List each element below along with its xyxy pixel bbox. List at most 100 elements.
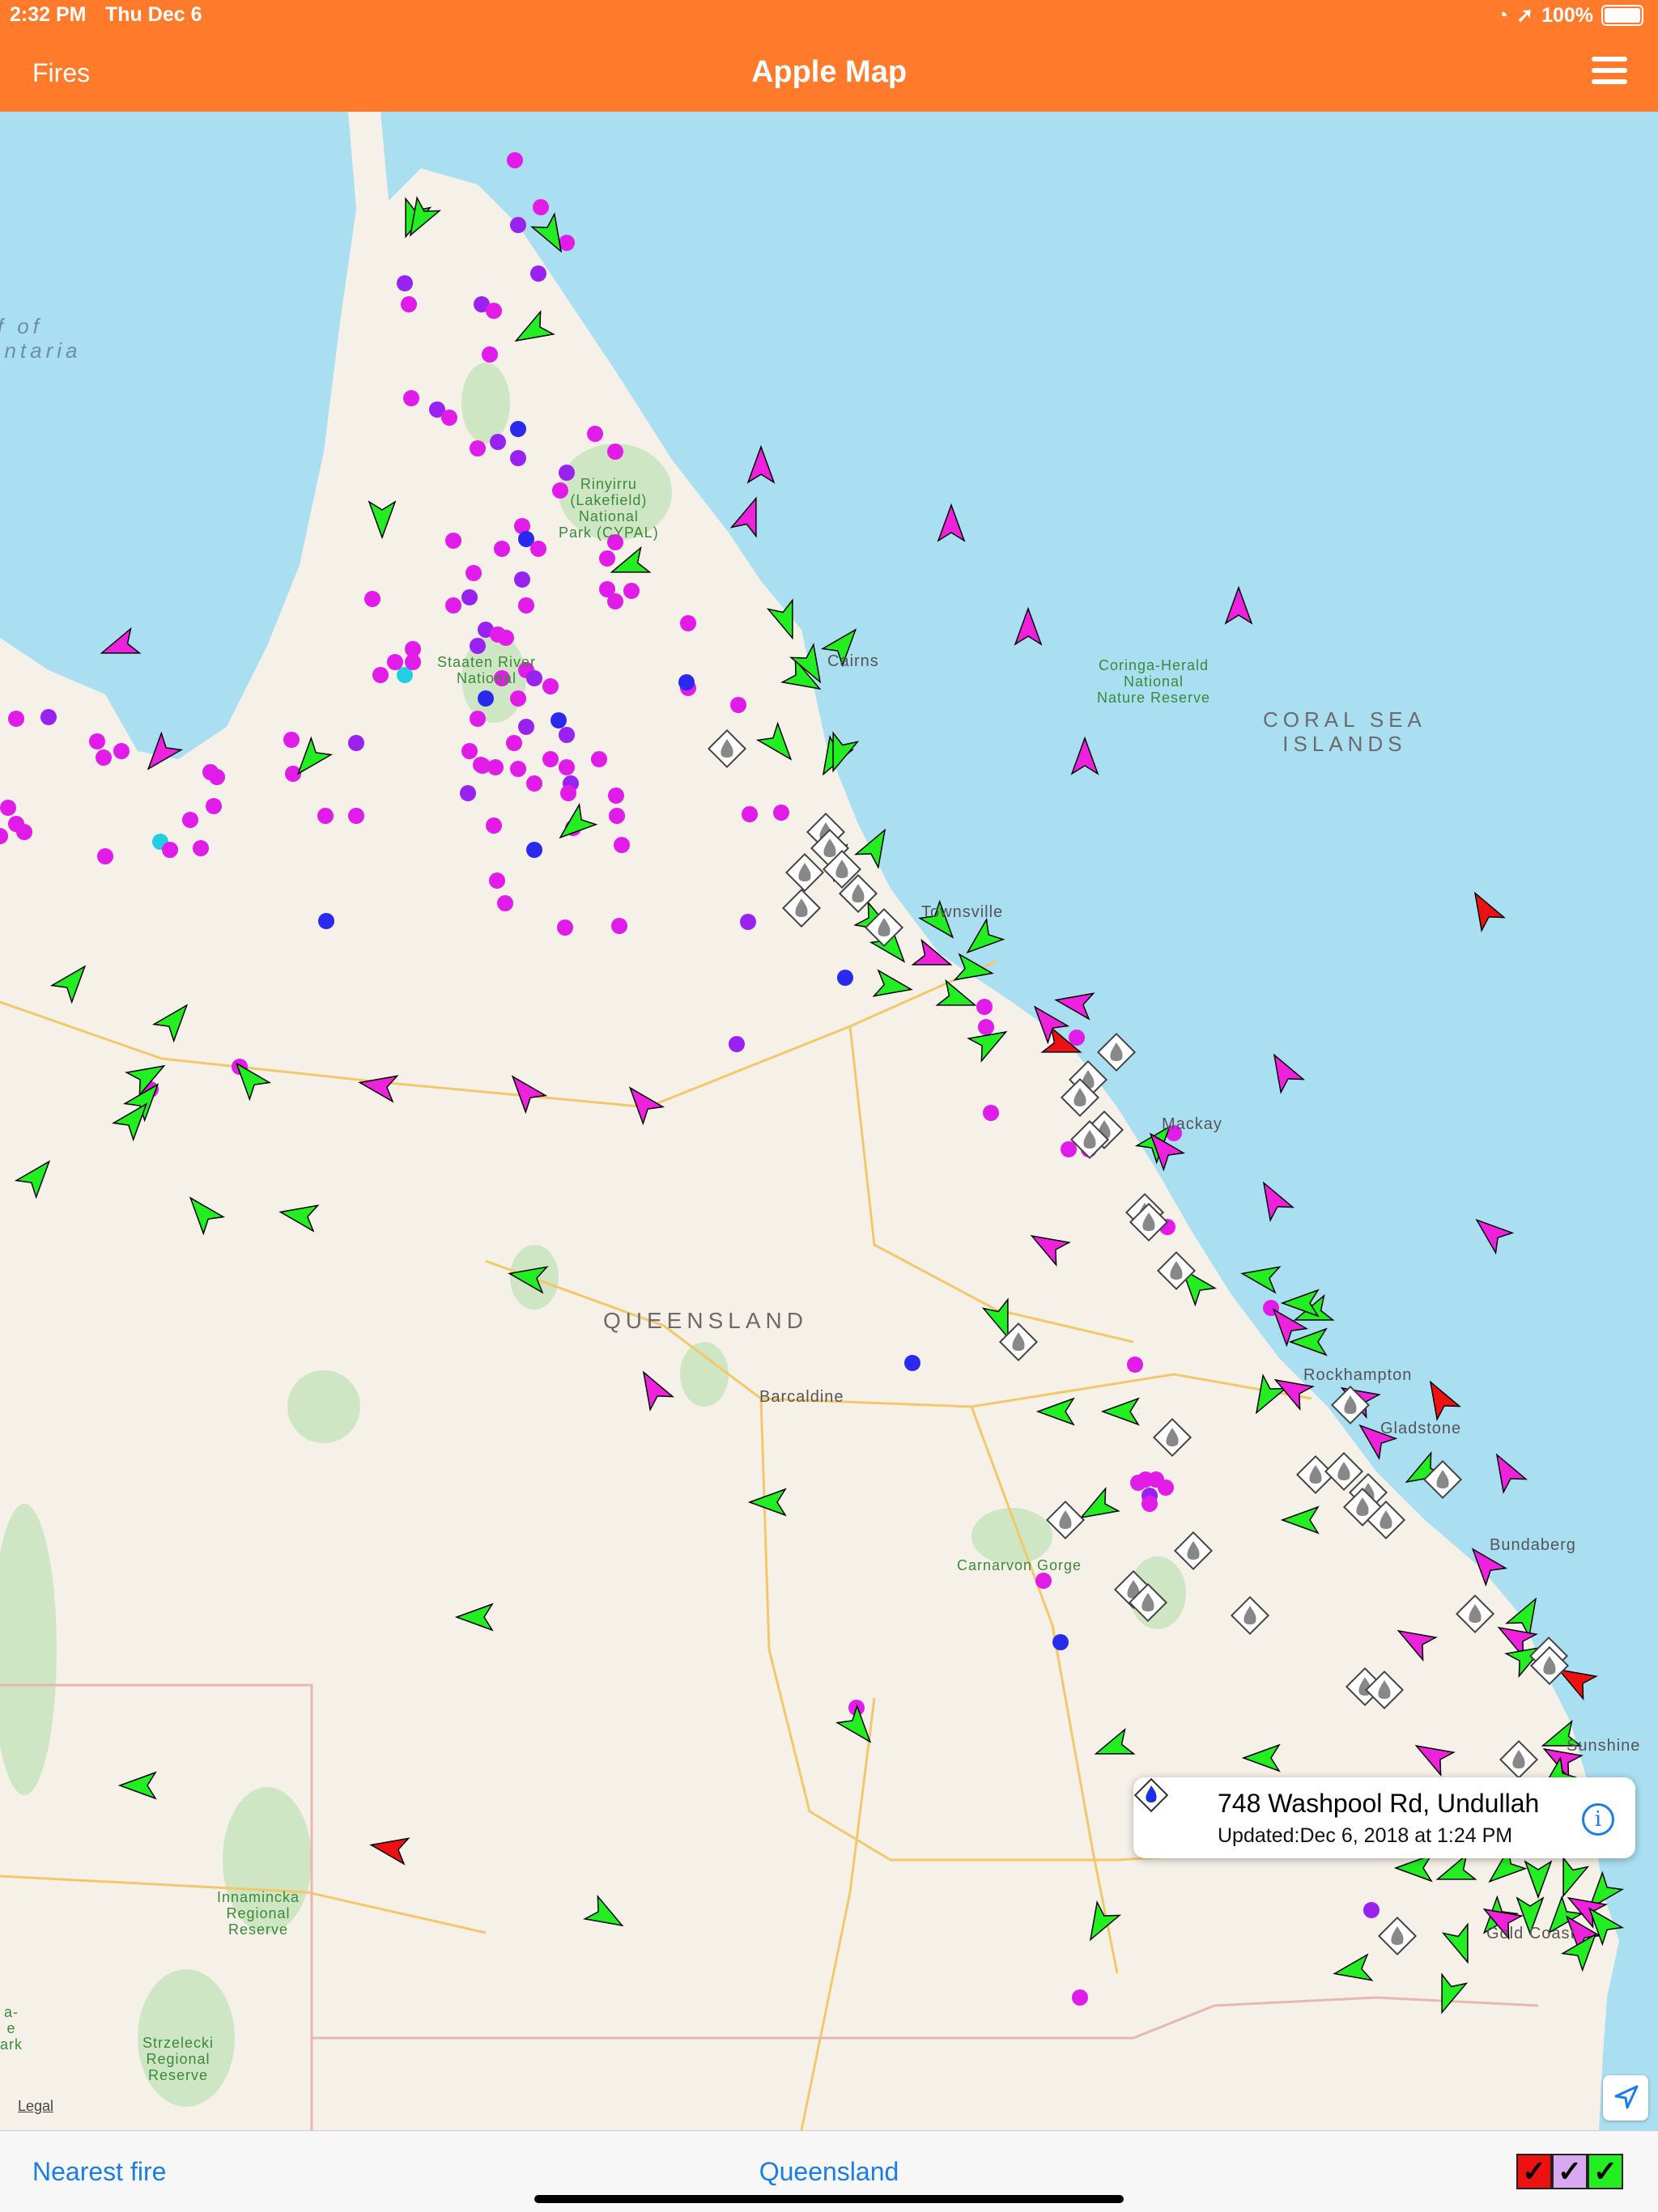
fire-dot[interactable]: [470, 638, 486, 654]
fire-dot[interactable]: [16, 824, 32, 840]
fire-dot[interactable]: [182, 812, 198, 828]
menu-icon[interactable]: [1592, 57, 1627, 86]
fire-dot[interactable]: [193, 840, 209, 856]
fire-dot[interactable]: [510, 450, 526, 466]
fire-dot[interactable]: [773, 805, 789, 821]
fire-dot[interactable]: [730, 697, 746, 713]
fire-dot[interactable]: [560, 785, 576, 801]
fire-dot[interactable]: [348, 808, 364, 824]
fire-dot[interactable]: [372, 667, 389, 683]
fire-dot[interactable]: [680, 615, 696, 631]
fire-dot[interactable]: [510, 690, 526, 707]
fire-dot[interactable]: [403, 390, 419, 406]
fire-dot[interactable]: [0, 800, 16, 816]
fire-dot[interactable]: [466, 565, 482, 581]
fire-dot[interactable]: [8, 711, 24, 727]
fire-dot[interactable]: [162, 842, 178, 858]
filter-lilac[interactable]: ✓: [1552, 2154, 1588, 2189]
fire-dot[interactable]: [397, 275, 413, 291]
fire-dot[interactable]: [740, 914, 756, 930]
legal-link[interactable]: Legal: [18, 2098, 53, 2115]
fire-dot[interactable]: [609, 808, 625, 824]
fire-dot[interactable]: [460, 785, 476, 801]
fire-dot[interactable]: [510, 761, 526, 777]
fire-dot[interactable]: [1127, 1356, 1143, 1373]
fire-dot[interactable]: [486, 303, 502, 319]
fire-dot[interactable]: [608, 788, 624, 804]
fire-dot[interactable]: [401, 296, 417, 312]
fire-dot[interactable]: [742, 806, 758, 822]
fire-dot[interactable]: [1069, 1030, 1085, 1046]
fire-dot[interactable]: [97, 848, 113, 864]
fire-dot[interactable]: [470, 711, 486, 727]
fire-dot[interactable]: [514, 571, 530, 588]
fire-dot[interactable]: [607, 444, 623, 460]
fire-dot[interactable]: [317, 808, 334, 824]
map-view[interactable]: lf of entaria Cairns Townsville Mackay Q…: [0, 112, 1658, 2130]
fire-dot[interactable]: [983, 1105, 999, 1121]
fire-dot[interactable]: [364, 591, 380, 607]
fire-dot[interactable]: [904, 1355, 920, 1371]
fire-dot[interactable]: [599, 550, 615, 567]
filter-red[interactable]: ✓: [1516, 2154, 1552, 2189]
fire-dot[interactable]: [510, 217, 526, 233]
fire-dot[interactable]: [209, 769, 225, 785]
fire-dot[interactable]: [507, 152, 523, 168]
fire-dot[interactable]: [445, 533, 461, 549]
fire-dot[interactable]: [348, 735, 364, 751]
fire-dot[interactable]: [89, 733, 105, 749]
region-button[interactable]: Queensland: [0, 2157, 1658, 2187]
fire-dot[interactable]: [623, 583, 640, 599]
fire-dot[interactable]: [978, 1019, 994, 1035]
fire-dot[interactable]: [506, 735, 522, 751]
fire-dot[interactable]: [497, 895, 513, 911]
fire-dot[interactable]: [1052, 1634, 1069, 1650]
fire-dot[interactable]: [487, 759, 504, 775]
fire-dot[interactable]: [96, 749, 112, 766]
locate-me-button[interactable]: [1603, 2075, 1648, 2121]
fire-dot[interactable]: [587, 426, 603, 442]
fire-dot[interactable]: [441, 410, 457, 426]
fire-dot[interactable]: [526, 775, 542, 792]
fire-dot[interactable]: [518, 719, 534, 735]
fire-dot[interactable]: [206, 798, 222, 814]
fire-dot[interactable]: [461, 743, 478, 759]
fire-dot[interactable]: [40, 709, 57, 725]
fire-dot[interactable]: [283, 732, 300, 748]
fire-dot[interactable]: [486, 817, 502, 834]
fire-dot[interactable]: [445, 597, 461, 614]
fire-dot[interactable]: [387, 654, 403, 670]
fire-dot[interactable]: [1363, 1902, 1380, 1918]
info-icon[interactable]: i: [1582, 1803, 1614, 1836]
fire-dot[interactable]: [557, 919, 573, 936]
filter-green[interactable]: ✓: [1588, 2154, 1623, 2189]
fire-dot[interactable]: [530, 265, 546, 282]
fire-dot[interactable]: [729, 1036, 745, 1052]
fire-dot[interactable]: [113, 743, 130, 759]
fire-dot[interactable]: [559, 759, 575, 775]
fire-dot[interactable]: [461, 589, 478, 605]
fire-dot[interactable]: [611, 918, 627, 934]
fire-dot[interactable]: [614, 837, 630, 853]
fire-dot[interactable]: [1035, 1573, 1052, 1589]
fire-dot[interactable]: [489, 872, 505, 889]
fire-dot[interactable]: [405, 654, 421, 670]
fire-dot[interactable]: [482, 346, 498, 363]
fire-dot[interactable]: [473, 757, 489, 773]
fire-dot[interactable]: [470, 440, 486, 456]
fire-dot[interactable]: [1141, 1496, 1158, 1512]
fire-dot[interactable]: [494, 541, 510, 557]
fire-dot[interactable]: [837, 970, 853, 986]
fire-dot[interactable]: [530, 541, 546, 557]
fire-dot[interactable]: [976, 999, 993, 1015]
filter-group[interactable]: ✓ ✓ ✓: [1516, 2154, 1623, 2189]
fire-dot[interactable]: [533, 199, 549, 215]
fire-dot[interactable]: [518, 597, 534, 614]
fire-dot[interactable]: [678, 674, 695, 690]
fire-dot[interactable]: [526, 842, 542, 858]
fire-dot[interactable]: [1158, 1480, 1174, 1496]
fire-dot[interactable]: [510, 421, 526, 437]
fire-dot[interactable]: [1137, 1471, 1154, 1488]
fire-dot[interactable]: [542, 678, 559, 694]
fire-dot[interactable]: [318, 913, 334, 929]
